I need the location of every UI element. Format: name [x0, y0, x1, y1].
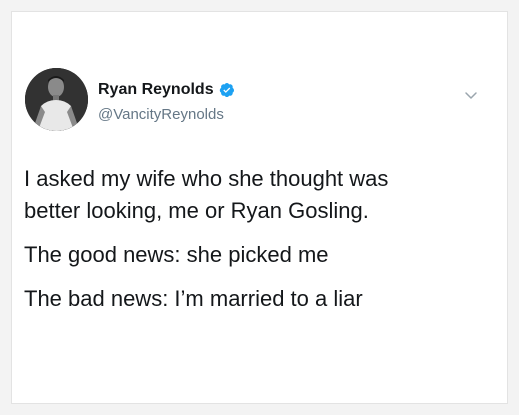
author-name-row: Ryan Reynolds [98, 81, 235, 99]
chevron-down-icon[interactable] [464, 90, 478, 100]
tweet-line: The bad news: I’m married to a liar [24, 286, 363, 311]
avatar[interactable] [25, 68, 88, 131]
author-name[interactable]: Ryan Reynolds [98, 81, 214, 99]
tweet-line: better looking, me or Ryan Gosling. [24, 198, 369, 223]
verified-badge-icon [219, 82, 235, 98]
tweet-line: I asked my wife who she thought was [24, 166, 389, 191]
tweet-line: The good news: she picked me [24, 242, 329, 267]
author-handle[interactable]: @VancityReynolds [98, 106, 224, 123]
tweet-text: I asked my wife who she thought was bett… [24, 163, 484, 315]
avatar-photo [25, 68, 88, 131]
